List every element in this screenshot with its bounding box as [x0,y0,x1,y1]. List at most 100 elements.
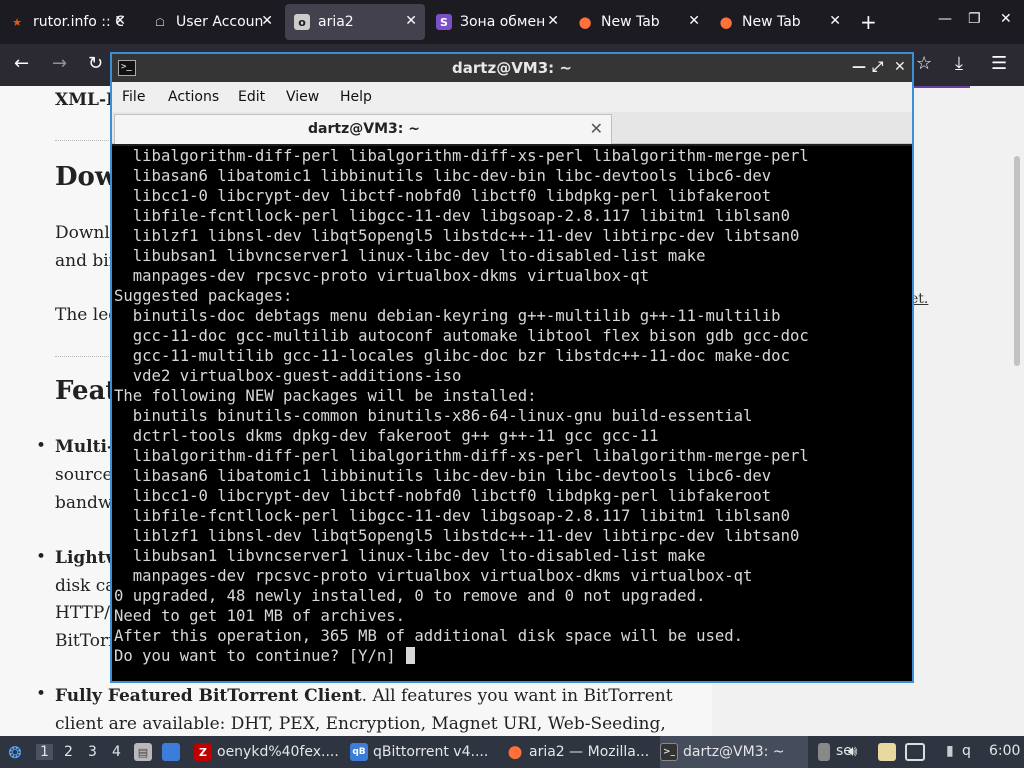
folder-icon: ▤ [134,743,152,761]
app-menu-icon: ❂ [8,742,22,762]
close-icon[interactable]: ✕ [829,13,841,29]
text-fragment: bandw [55,493,113,513]
close-icon[interactable]: ✕ [405,13,417,29]
terminal-title-bar[interactable]: >_ dartz@VM3: ~ — ⤢ ✕ [112,54,912,82]
terminal-line: dctrl-tools dkms dpkg-dev fakeroot g++ g… [114,427,659,445]
close-window-icon[interactable]: ✕ [1000,11,1012,27]
tray-text: q [962,743,971,759]
feature-title: Multi- [55,437,115,457]
menu-help[interactable]: Help [340,89,372,105]
link-tail: . [923,291,929,307]
new-tab-button[interactable]: + [860,10,877,34]
menu-edit[interactable]: Edit [238,89,265,105]
terminal-window[interactable]: >_ dartz@VM3: ~ — ⤢ ✕ File Actions Edit … [110,52,914,683]
tab-label: aria2 [318,14,354,30]
close-icon[interactable]: ✕ [894,59,906,75]
browser-tab-new-1[interactable]: ● New Tab ✕ [568,4,708,40]
task-label: dartz@VM3: ~ [683,744,785,760]
workspace-3[interactable]: 3 [88,744,97,760]
forward-icon[interactable]: → [52,53,67,74]
close-icon[interactable]: ✕ [261,13,273,29]
rutor-icon: ★ [12,15,22,29]
filezilla-icon: Z [194,743,212,761]
clock[interactable]: 6:00 [989,743,1020,759]
menu-file[interactable]: File [122,89,145,105]
terminal-tab-bar: dartz@VM3: ~ ✕ [112,112,912,144]
tab-label: rutor.info :: C [33,14,123,30]
task-firefox[interactable]: ● aria2 — Mozilla... [506,736,654,768]
close-icon[interactable]: ✕ [688,13,700,29]
clipboard-icon [878,743,896,761]
tab-label: New Tab [742,14,801,30]
close-tab-icon[interactable]: ✕ [590,119,603,138]
section-heading: Feat [55,376,118,406]
network-icon [905,743,925,761]
volume-icon[interactable]: 🔊︎ [848,742,857,760]
terminal-line: liblzf1 libnsl-dev libqt5opengl5 libstdc… [114,227,800,245]
terminal-line: libcc1-0 libcrypt-dev libctf-nobfd0 libc… [114,487,772,505]
restore-icon[interactable]: ❐ [968,11,981,27]
terminal-line: binutils-doc debtags menu debian-keyring… [114,307,781,325]
terminal-line: libubsan1 libvncserver1 linux-libc-dev l… [114,247,706,265]
terminal-menu-bar: File Actions Edit View Help [112,82,912,112]
firefox-icon: ● [507,742,523,762]
desktop-icon [162,743,180,761]
terminal-line: libasan6 libatomic1 libbinutils libc-dev… [114,467,772,485]
browser-tab-user-accounts[interactable]: ☖ User Accoun ✕ [143,4,281,40]
terminal-title: dartz@VM3: ~ [452,59,572,77]
terminal-line: libfile-fcntllock-perl libgcc-11-dev lib… [114,507,790,525]
workspace-1[interactable]: 1 [36,744,53,760]
browser-tab-rutor[interactable]: ★ rutor.info :: C ✕ [0,4,134,40]
s-icon: S [436,14,452,30]
task-label: qBittorrent v4.... [373,744,489,760]
feature-title: Fully Featured BitTorrent Client [55,686,362,706]
menu-view[interactable]: View [286,89,319,105]
start-menu-button[interactable]: ❂ [6,736,28,768]
terminal-line: 0 upgraded, 48 newly installed, 0 to rem… [114,587,706,605]
reload-icon[interactable]: ↻ [88,53,103,74]
terminal-line: The following NEW packages will be insta… [114,387,537,405]
terminal-line: gcc-11-multilib gcc-11-locales glibc-doc… [114,347,790,365]
qbittorrent-icon: qB [350,743,368,761]
browser-tab-zona[interactable]: S Зона обмен ✕ [427,4,567,40]
terminal-line: libalgorithm-diff-perl libalgorithm-diff… [114,147,809,165]
workspace-2[interactable]: 2 [64,744,73,760]
terminal-prompt-line[interactable]: Do you want to continue? [Y/n] [114,646,912,666]
maximize-icon[interactable]: ⤢ [872,59,883,75]
tab-label: New Tab [601,14,660,30]
app-menu-icon[interactable]: ☰ [991,53,1007,74]
task-filezilla[interactable]: Z oenykd%40fex.... [194,736,342,768]
minimize-icon[interactable]: — [938,11,952,27]
terminal-prompt: Do you want to continue? [Y/n] [114,647,406,665]
bullet: • [36,547,47,567]
terminal-icon: >_ [660,743,678,761]
task-terminal[interactable]: >_ dartz@VM3: ~ [660,736,808,768]
file-manager-launcher[interactable]: ▤ [134,736,156,768]
bookmark-star-icon[interactable]: ☆ [916,53,932,74]
workspace-4[interactable]: 4 [112,744,121,760]
section-heading: Dow [55,162,118,192]
desktop-launcher[interactable] [162,736,184,768]
terminal-output[interactable]: libalgorithm-diff-perl libalgorithm-diff… [112,146,912,681]
close-icon[interactable]: ✕ [547,13,559,29]
firefox-icon: ● [719,13,733,31]
browser-tab-aria2[interactable]: o aria2 ✕ [285,4,425,40]
minimize-icon[interactable]: — [852,59,866,75]
back-icon[interactable]: ← [14,53,29,74]
tray-network[interactable] [905,736,931,768]
terminal-line: Need to get 101 MB of archives. [114,607,406,625]
terminal-line: manpages-dev rpcsvc-proto virtualbox vir… [114,567,753,585]
task-qbittorrent[interactable]: qB qBittorrent v4.... [350,736,498,768]
text-fragment: HTTP/ [55,603,110,623]
tray-battery[interactable] [818,736,834,768]
download-icon[interactable]: ⤓ [955,53,963,74]
menu-actions[interactable]: Actions [168,89,219,105]
purple-underline [912,86,970,88]
close-icon[interactable]: ✕ [114,13,126,29]
browser-tab-strip: ★ rutor.info :: C ✕ ☖ User Accoun ✕ o ar… [0,0,1024,44]
terminal-tab[interactable]: dartz@VM3: ~ ✕ [114,114,612,144]
tray-clipboard[interactable] [878,736,898,768]
terminal-tab-title: dartz@VM3: ~ [308,121,420,137]
browser-tab-new-2[interactable]: ● New Tab ✕ [709,4,849,40]
page-scrollbar[interactable] [1014,156,1020,366]
